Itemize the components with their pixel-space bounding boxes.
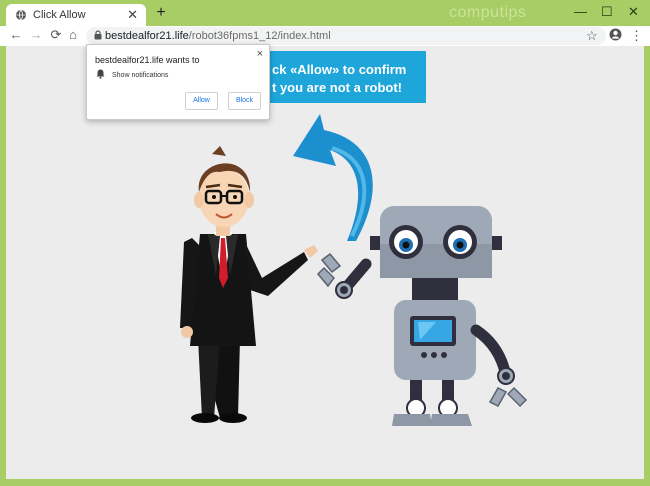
notification-permission-popup: bestdealfor21.life wants to × Show notif… — [86, 44, 270, 120]
maximize-button[interactable]: ☐ — [601, 4, 613, 20]
block-button[interactable]: Block — [228, 92, 261, 110]
url-path: /robot36fpms1_12/index.html — [188, 30, 331, 42]
tab-title: Click Allow — [33, 9, 86, 21]
lock-icon[interactable] — [94, 30, 102, 40]
allow-button[interactable]: Allow — [185, 92, 218, 110]
tab-close-icon[interactable]: ✕ — [127, 7, 138, 23]
forward-button[interactable]: → — [28, 27, 44, 43]
browser-window: Click Allow ✕ + computips — ☐ ✕ ← → ⟳ ⌂ … — [0, 0, 650, 486]
url-host: bestdealfor21.life — [105, 30, 189, 42]
globe-icon — [16, 9, 26, 21]
allow-instruction-banner: ck «Allow» to confirm t you are not a ro… — [266, 51, 426, 103]
banner-line-1: ck «Allow» to confirm — [272, 62, 407, 77]
tab-bar: Click Allow ✕ + computips — ☐ ✕ — [0, 0, 650, 26]
reload-button[interactable]: ⟳ — [48, 27, 64, 43]
window-close-button[interactable]: ✕ — [628, 4, 639, 20]
bookmark-star-icon[interactable]: ☆ — [586, 28, 598, 44]
menu-kebab-button[interactable]: ⋮ — [630, 28, 643, 44]
bell-icon — [96, 69, 105, 79]
url-text[interactable]: bestdealfor21.life/robot36fpms1_12/index… — [105, 30, 331, 42]
minimize-button[interactable]: — — [574, 4, 587, 19]
home-button[interactable]: ⌂ — [65, 27, 81, 43]
watermark: computips — [449, 4, 527, 21]
businessman-figure — [180, 146, 318, 423]
back-button[interactable]: ← — [8, 27, 24, 43]
permission-text: Show notifications — [112, 72, 169, 79]
popup-title: bestdealfor21.life wants to — [95, 55, 200, 65]
banner-line-2: t you are not a robot! — [272, 80, 402, 95]
tab-click-allow[interactable]: Click Allow ✕ — [6, 4, 146, 26]
new-tab-button[interactable]: + — [152, 4, 170, 22]
profile-avatar-icon[interactable] — [609, 28, 622, 41]
blue-arrow-graphic — [293, 114, 373, 241]
browser-toolbar: ← → ⟳ ⌂ bestdealfor21.life/robot36fpms1_… — [0, 26, 650, 46]
popup-close-icon[interactable]: × — [257, 48, 263, 60]
address-bar[interactable]: bestdealfor21.life/robot36fpms1_12/index… — [86, 27, 606, 45]
